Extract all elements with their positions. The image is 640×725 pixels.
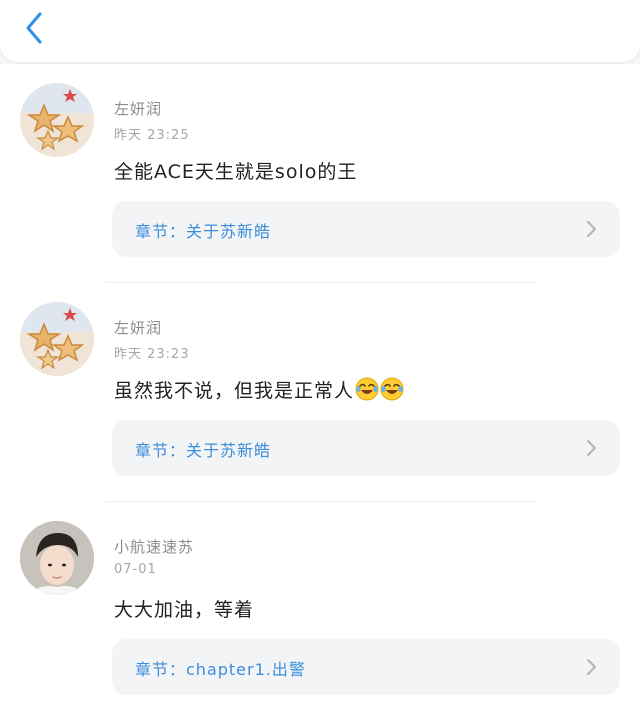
timestamp: 昨天 23:23: [114, 347, 190, 362]
comment-text: 虽然我不说，但我是正常人: [114, 376, 404, 403]
comment-item: 小航速速苏 07-01 大大加油，等着 章节：chapter1.出警: [0, 502, 640, 721]
username[interactable]: 左妍润: [114, 98, 162, 119]
tears-of-joy-emoji-icon: [355, 377, 379, 401]
stars-cookie-avatar[interactable]: [20, 302, 94, 376]
top-bar: [0, 0, 640, 62]
comment-item: 左妍润 昨天 23:25 全能ACE天生就是solo的王 章节：关于苏新皓: [0, 64, 640, 283]
tears-of-joy-emoji-icon: [380, 377, 404, 401]
comment-text-body: 大大加油，等着: [114, 599, 255, 621]
comment-text: 全能ACE天生就是solo的王: [114, 157, 357, 184]
timestamp: 昨天 23:25: [114, 128, 190, 143]
chevron-right-icon: [587, 221, 596, 237]
comment-item: 左妍润 昨天 23:23 虽然我不说，但我是正常人 章节：关于苏新皓: [0, 283, 640, 502]
chevron-right-icon: [587, 440, 596, 456]
chapter-label: 章节：关于苏新皓: [135, 441, 272, 460]
timestamp: 07-01: [114, 562, 157, 577]
chevron-left-icon: [26, 12, 42, 44]
stars-cookie-avatar[interactable]: [20, 83, 94, 157]
chapter-link-card[interactable]: 章节：chapter1.出警: [112, 639, 620, 695]
comment-list: 左妍润 昨天 23:25 全能ACE天生就是solo的王 章节：关于苏新皓 左妍…: [0, 64, 640, 725]
username[interactable]: 左妍润: [114, 317, 162, 338]
username[interactable]: 小航速速苏: [114, 536, 194, 557]
chapter-link-card[interactable]: 章节：关于苏新皓: [112, 420, 620, 476]
chapter-label: 章节：chapter1.出警: [135, 660, 306, 679]
comment-text: 大大加油，等着: [114, 595, 254, 622]
chapter-label: 章节：关于苏新皓: [135, 222, 272, 241]
chevron-right-icon: [587, 659, 596, 675]
comment-text-body: 虽然我不说，但我是正常人: [114, 380, 355, 402]
person-avatar[interactable]: [20, 521, 94, 595]
back-button[interactable]: [18, 8, 52, 48]
comment-text-body: 全能ACE天生就是solo的王: [114, 161, 358, 183]
chapter-link-card[interactable]: 章节：关于苏新皓: [112, 201, 620, 257]
